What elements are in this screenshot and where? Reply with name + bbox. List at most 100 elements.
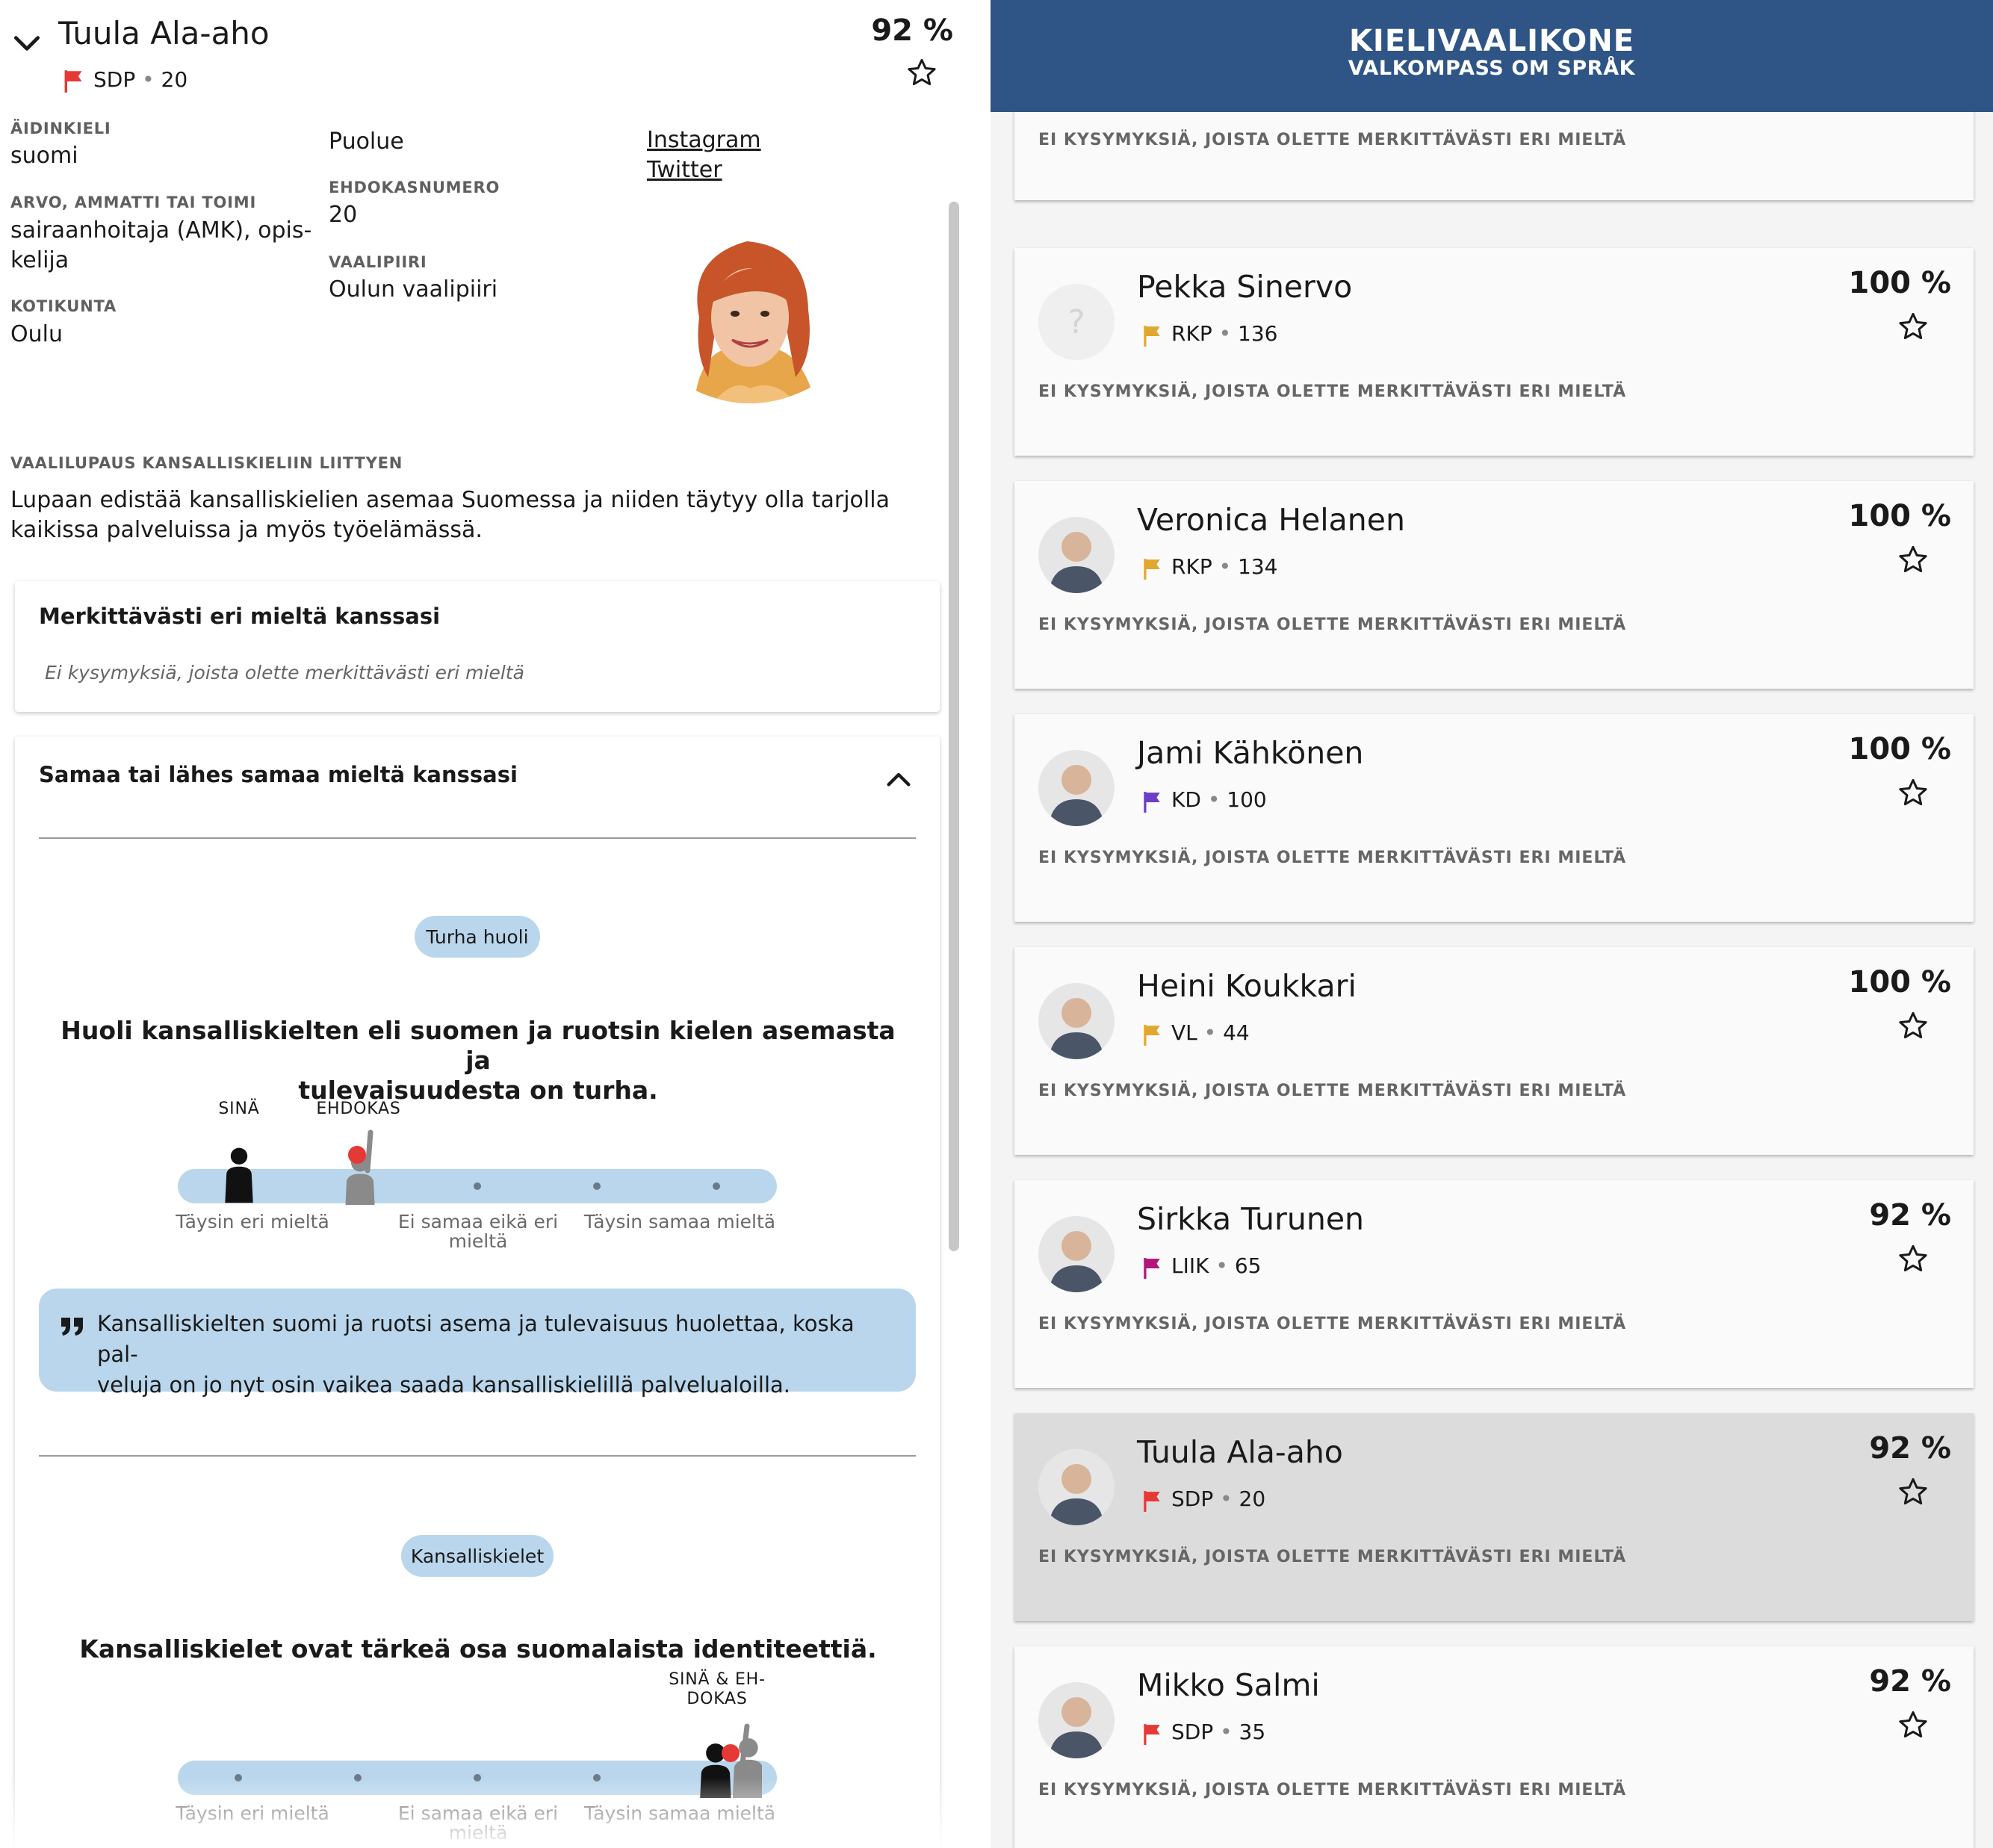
district-value: Oulun vaalipiiri bbox=[329, 276, 498, 303]
avatar bbox=[1038, 983, 1115, 1059]
home-value: Oulu bbox=[10, 321, 63, 347]
you-and-candidate-label: SINÄ & EH- DOKAS bbox=[669, 1670, 766, 1708]
no-disagree-note: EI KYSYMYKSIÄ, JOISTA OLETTE MERKITTÄVÄS… bbox=[1038, 382, 1627, 401]
scale-middle-label: Ei samaa eikä eri mieltä bbox=[397, 1211, 559, 1252]
question-text: Kansalliskielet ovat tärkeä osa suomalai… bbox=[79, 1634, 877, 1663]
question-text: Huoli kansalliskielten eli suomen ja ruo… bbox=[61, 1016, 896, 1105]
result-match: 100 % bbox=[1848, 499, 1952, 533]
district-label: VAALIPIIRI bbox=[329, 253, 427, 271]
candidate-party-number: SDP • 20 bbox=[93, 67, 188, 92]
star-icon[interactable] bbox=[1897, 1709, 1929, 1740]
avatar bbox=[1038, 1449, 1115, 1525]
quote-icon bbox=[61, 1318, 83, 1336]
candidate-number-value: 20 bbox=[329, 202, 358, 228]
results-panel: KIELIVAALIKONE VALKOMPASS OM SPRÅK EI KY… bbox=[991, 0, 1993, 1848]
app-header: KIELIVAALIKONE VALKOMPASS OM SPRÅK bbox=[991, 0, 1993, 112]
avatar bbox=[1038, 750, 1115, 826]
match-percentage: 92 % bbox=[871, 13, 953, 48]
no-disagree-note: EI KYSYMYKSIÄ, JOISTA OLETTE MERKITTÄVÄS… bbox=[1038, 131, 1627, 149]
result-card[interactable]: Heini Koukkari VL • 44 100 % EI KYSYMYKSIÄ,… bbox=[1014, 947, 1974, 1155]
chevron-down-icon[interactable] bbox=[10, 27, 43, 60]
no-disagree-note: EI KYSYMYKSIÄ, JOISTA OLETTE MERKITTÄVÄS… bbox=[1038, 1315, 1627, 1333]
candidate-number: 20 bbox=[161, 67, 188, 92]
party-flag-icon bbox=[1141, 325, 1162, 347]
star-icon[interactable] bbox=[1897, 544, 1929, 575]
star-icon[interactable] bbox=[1897, 1243, 1929, 1274]
divider bbox=[39, 1455, 916, 1457]
twitter-link[interactable]: Twitter bbox=[647, 157, 722, 183]
result-party: RKP • 134 bbox=[1171, 554, 1278, 579]
promise-text: Lupaan edistää kansalliskielien asemaa S… bbox=[10, 487, 890, 543]
no-disagree-note: EI KYSYMYKSIÄ, JOISTA OLETTE MERKITTÄVÄS… bbox=[1038, 616, 1627, 634]
profession-label: ARVO, AMMATTI TAI TOIMI bbox=[10, 193, 257, 211]
you-label: SINÄ bbox=[218, 1100, 260, 1118]
candidate-detail-header: Tuula Ala-aho SDP • 20 92 % bbox=[0, 0, 991, 116]
svg-text:?: ? bbox=[1067, 303, 1085, 341]
result-match: 92 % bbox=[1869, 1198, 1951, 1232]
result-match: 92 % bbox=[1869, 1431, 1951, 1466]
candidate-portrait bbox=[672, 228, 828, 403]
candidate-person-icon bbox=[338, 1129, 382, 1205]
result-card[interactable]: Veronica Helanen RKP • 134 100 % EI KYSYMYK… bbox=[1014, 481, 1974, 689]
candidate-detail-panel: Tuula Ala-aho SDP • 20 92 % ÄIDINKIELI s… bbox=[0, 0, 991, 1848]
party-flag-icon bbox=[1141, 558, 1162, 580]
star-icon[interactable] bbox=[1897, 1476, 1929, 1507]
party-flag-icon bbox=[1141, 1490, 1162, 1513]
result-name: Pekka Sinervo bbox=[1137, 269, 1353, 305]
result-match: 100 % bbox=[1848, 732, 1952, 766]
party-label: Puolue bbox=[329, 128, 404, 155]
disagree-empty-text: Ei kysymyksiä, joista olette merkittäväs… bbox=[45, 662, 524, 683]
result-party: SDP • 20 bbox=[1171, 1486, 1266, 1511]
party-flag-icon bbox=[1141, 1257, 1162, 1280]
mother-tongue-value: suomi bbox=[10, 143, 78, 169]
party-flag-icon bbox=[63, 69, 84, 93]
question-tag: Kansalliskielet bbox=[401, 1535, 554, 1577]
scale-dot bbox=[593, 1182, 601, 1190]
star-icon[interactable] bbox=[1897, 1010, 1929, 1041]
scrollbar-thumb[interactable] bbox=[949, 202, 959, 1251]
result-party: VL • 44 bbox=[1171, 1020, 1250, 1045]
avatar bbox=[1038, 517, 1115, 593]
result-card[interactable]: ? Pekka Sinervo RKP • 136 100 % EI KYSYMYKSI… bbox=[1014, 248, 1974, 456]
result-party: RKP • 136 bbox=[1171, 321, 1278, 346]
you-person-icon bbox=[218, 1145, 260, 1205]
result-name: Heini Koukkari bbox=[1137, 968, 1357, 1004]
app-subtitle: VALKOMPASS OM SPRÅK bbox=[1348, 57, 1636, 80]
party-flag-icon bbox=[1141, 791, 1162, 813]
chevron-up-icon[interactable] bbox=[884, 767, 914, 790]
scale-right-label: Täysin samaa mieltä bbox=[583, 1211, 776, 1232]
result-party: LIIK • 65 bbox=[1171, 1253, 1262, 1278]
result-card[interactable]: Jami Kähkönen KD • 100 100 % EI KYSYMYKSIÄ,… bbox=[1014, 714, 1974, 922]
star-icon[interactable] bbox=[1897, 777, 1929, 808]
no-disagree-note: EI KYSYMYKSIÄ, JOISTA OLETTE MERKITTÄVÄS… bbox=[1038, 849, 1627, 867]
result-name: Jami Kähkönen bbox=[1137, 735, 1364, 771]
result-match: 100 % bbox=[1848, 266, 1952, 300]
agree-title[interactable]: Samaa tai lähes samaa mieltä kanssasi bbox=[39, 762, 518, 787]
instagram-link[interactable]: Instagram bbox=[647, 127, 761, 153]
star-icon[interactable] bbox=[906, 57, 937, 88]
party-flag-icon bbox=[1141, 1024, 1162, 1047]
promise-label: VAALILUPAUS KANSALLISKIELIIN LIITTYEN bbox=[10, 454, 403, 472]
scale-dot bbox=[474, 1182, 481, 1190]
result-name: Sirkka Turunen bbox=[1137, 1201, 1365, 1237]
candidate-name: Tuula Ala-aho bbox=[58, 15, 270, 52]
question-tag: Turha huoli bbox=[415, 916, 540, 958]
party-name: SDP bbox=[93, 67, 136, 92]
result-party: KD • 100 bbox=[1171, 787, 1267, 812]
avatar bbox=[1038, 1216, 1115, 1292]
scale-left-label: Täysin eri mieltä bbox=[176, 1211, 329, 1232]
divider bbox=[39, 837, 916, 839]
result-card[interactable]: Mikko Salmi SDP • 35 92 % EI KYSYMYKSIÄ, JO… bbox=[1014, 1646, 1974, 1848]
avatar bbox=[1038, 1682, 1115, 1758]
star-icon[interactable] bbox=[1897, 311, 1929, 342]
app-title[interactable]: KIELIVAALIKONE bbox=[991, 24, 1993, 58]
home-label: KOTIKUNTA bbox=[10, 297, 117, 315]
no-disagree-note: EI KYSYMYKSIÄ, JOISTA OLETTE MERKITTÄVÄS… bbox=[1038, 1082, 1627, 1100]
disagree-card: Merkittävästi eri mieltä kanssasi Ei kys… bbox=[15, 581, 940, 712]
avatar-placeholder-question-icon: ? bbox=[1038, 284, 1115, 360]
comment-text: Kansalliskielten suomi ja ruotsi asema j… bbox=[97, 1311, 855, 1398]
result-card[interactable]: Tuula Ala-aho SDP • 20 92 % EI KYSYMYKSIÄ, … bbox=[1014, 1413, 1974, 1621]
result-match: 92 % bbox=[1869, 1664, 1951, 1699]
result-match: 100 % bbox=[1848, 965, 1952, 999]
result-card[interactable]: Sirkka Turunen LIIK • 65 92 % EI KYSYMYKSIÄ… bbox=[1014, 1180, 1974, 1388]
